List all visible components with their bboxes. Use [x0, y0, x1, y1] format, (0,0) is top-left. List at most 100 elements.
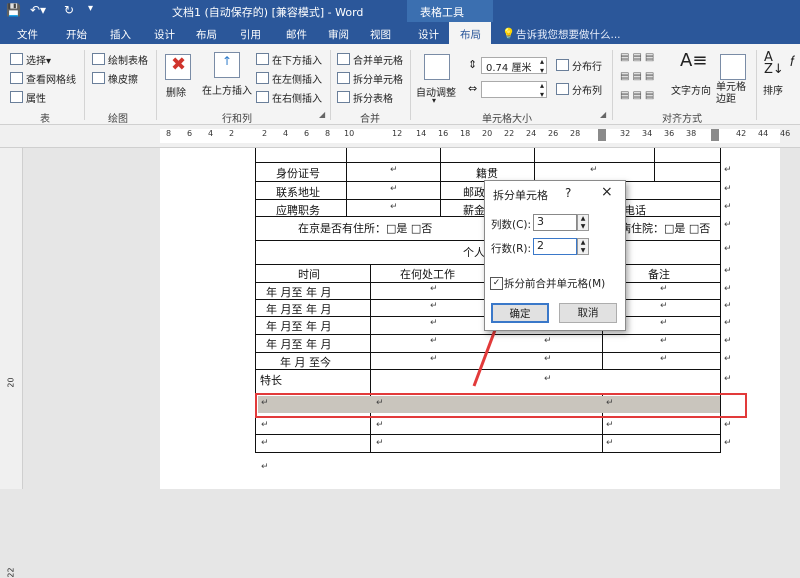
ruler-number: 4 [208, 129, 214, 138]
ruler-number: 16 [438, 129, 449, 138]
table-line [255, 434, 721, 435]
insert-above-button[interactable]: 在上方插入 [202, 82, 252, 97]
ruler-number: 6 [187, 129, 193, 138]
rows-input[interactable]: 2 [533, 238, 577, 255]
cancel-button[interactable]: 取消 [559, 303, 617, 323]
eraser-button[interactable]: 橡皮擦 [92, 71, 138, 86]
autofit-dropdown-icon[interactable]: ▾ [432, 96, 436, 105]
time-row-current: 年 月 至今 [280, 356, 331, 369]
width-input[interactable]: ▴ ▾ [481, 81, 547, 99]
customize-quick-access-icon[interactable]: ▾ [88, 3, 93, 14]
label-specialty: 特长 [260, 374, 282, 387]
align-middle-icons[interactable]: ▤▤▤ [620, 71, 657, 82]
cell-margins-button[interactable]: 单元格边距 [716, 82, 748, 106]
columns-spinner[interactable]: ▲ ▼ [577, 214, 589, 231]
sort-button[interactable]: 排序 [763, 82, 783, 97]
insert-left-button[interactable]: 在左侧插入 [256, 71, 322, 86]
undo-icon[interactable]: ↶▾ [30, 3, 46, 17]
delete-icon[interactable]: ✖ [165, 54, 191, 80]
split-cells-button[interactable]: 拆分单元格 [337, 71, 403, 86]
distribute-rows-icon [556, 59, 569, 71]
width-spinner[interactable]: ▴ ▾ [540, 81, 544, 99]
align-top-icons[interactable]: ▤▤▤ [620, 52, 657, 63]
text-direction-icon[interactable]: A≡ [680, 50, 707, 71]
ok-button[interactable]: 确定 [491, 303, 549, 323]
cell-marker: ↵ [390, 165, 398, 175]
align-bottom-icons[interactable]: ▤▤▤ [620, 90, 657, 101]
tab-design[interactable]: 设计 [154, 27, 175, 42]
tab-view[interactable]: 视图 [370, 27, 391, 42]
ruler-number: 22 [6, 567, 16, 578]
merge-cells-icon [337, 53, 350, 65]
dialog-launcher-icon[interactable]: ◢ [600, 110, 606, 119]
view-gridlines-button[interactable]: 查看网格线 [10, 71, 76, 86]
close-button[interactable]: × [601, 184, 613, 200]
ruler-number: 2 [262, 129, 268, 138]
cell-marker: ↵ [430, 354, 438, 364]
vertical-ruler[interactable]: 20 22 [0, 148, 23, 578]
cell-marker: ↵ [430, 336, 438, 346]
tab-review[interactable]: 审阅 [328, 27, 349, 42]
height-input[interactable]: 0.74 厘米 ▴ ▾ [481, 57, 547, 75]
insert-right-icon [256, 91, 269, 103]
horizontal-ruler[interactable]: 8 6 4 2 2 4 6 8 10 12 14 16 18 20 22 24 … [0, 125, 800, 148]
label-salary: 薪金 [463, 204, 485, 217]
width-icon: ⇔ [468, 82, 478, 95]
ruler-column-marker[interactable] [711, 129, 719, 141]
merge-cells-button[interactable]: 合并单元格 [337, 52, 403, 67]
cell-marker: ↵ [606, 420, 614, 430]
insert-above-icon[interactable]: ↑ [214, 52, 240, 78]
ruler-number: 28 [570, 129, 581, 138]
table-line [440, 148, 441, 216]
tab-home[interactable]: 开始 [66, 27, 87, 42]
dialog-launcher-icon[interactable]: ◢ [319, 110, 325, 119]
group-label-draw: 绘图 [108, 114, 128, 125]
tell-me-box[interactable]: 告诉我您想要做什么... [516, 27, 621, 42]
cell-marker: ↵ [390, 184, 398, 194]
insert-below-button[interactable]: 在下方插入 [256, 52, 322, 67]
tab-layout-page[interactable]: 布局 [196, 27, 217, 42]
table-line [370, 264, 371, 452]
properties-button[interactable]: 属性 [10, 90, 46, 105]
distribute-cols-button[interactable]: 分布列 [556, 82, 602, 97]
tab-insert[interactable]: 插入 [110, 27, 131, 42]
cell-marker: ↵ [430, 284, 438, 294]
draw-table-button[interactable]: 绘制表格 [92, 52, 148, 67]
select-button[interactable]: 选择▾ [10, 52, 51, 67]
text-direction-button[interactable]: 文字方向 [671, 82, 711, 97]
ruler-number: 38 [686, 129, 697, 138]
group-label-rows-cols: 行和列 [222, 114, 252, 125]
group-label-table: 表 [40, 114, 50, 125]
table-line [534, 148, 535, 182]
split-table-button[interactable]: 拆分表格 [337, 90, 393, 105]
height-spinner[interactable]: ▴ ▾ [540, 57, 544, 75]
delete-button[interactable]: 删除 [166, 84, 186, 99]
save-icon[interactable]: 💾 [6, 3, 21, 17]
ruler-column-marker[interactable] [598, 129, 606, 141]
ruler-number: 8 [325, 129, 331, 138]
ruler-number: 42 [736, 129, 747, 138]
tab-references[interactable]: 引用 [240, 27, 261, 42]
help-button[interactable]: ? [565, 186, 571, 200]
cell-marker: ↵ [660, 284, 668, 294]
sort-icon[interactable]: A Z↓ [764, 51, 784, 76]
tab-file[interactable]: 文件 [17, 27, 38, 42]
tab-mailings[interactable]: 邮件 [286, 27, 307, 42]
insert-right-button[interactable]: 在右侧插入 [256, 90, 322, 105]
tab-table-layout[interactable]: 布局 [460, 27, 481, 42]
tab-table-design[interactable]: 设计 [418, 27, 439, 42]
tell-me-icon: 💡 [502, 28, 516, 40]
formula-icon[interactable]: 𝑓 [790, 54, 794, 70]
columns-input[interactable]: 3 [533, 214, 577, 231]
cell-marker: ↵ [430, 301, 438, 311]
rows-spinner[interactable]: ▲ ▼ [577, 238, 589, 255]
table-line [255, 162, 721, 163]
autofit-icon[interactable] [424, 54, 450, 80]
split-cells-dialog[interactable]: 拆分单元格 ? × 列数(C): 3 ▲ ▼ 行数(R): 2 ▲ ▼ ✓ 拆分前合… [484, 180, 626, 331]
distribute-rows-button[interactable]: 分布行 [556, 58, 602, 73]
merge-before-split-checkbox[interactable]: ✓ [490, 277, 503, 290]
group-label-cell-size: 单元格大小 [482, 114, 532, 125]
cell-margins-icon[interactable] [720, 54, 746, 80]
cell-marker: ↵ [590, 165, 598, 175]
redo-icon[interactable]: ↻ [64, 3, 74, 17]
